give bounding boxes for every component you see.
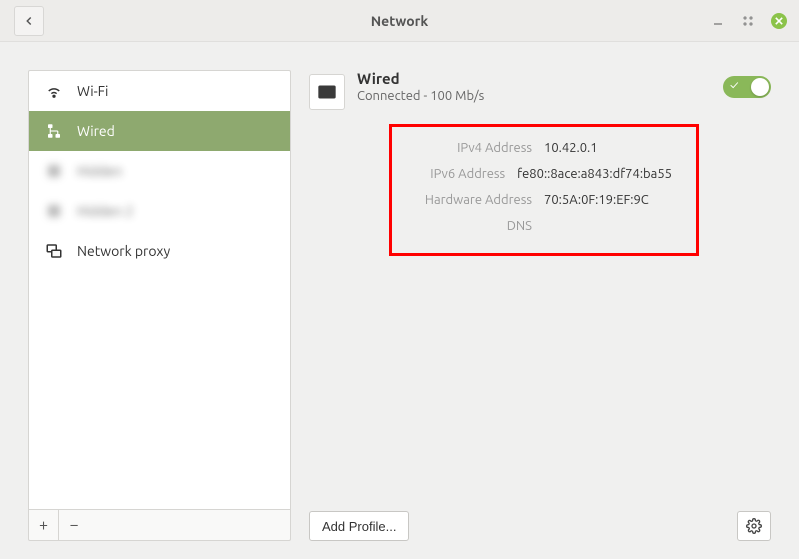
window-title: Network [371,13,429,29]
bottom-bar: Add Profile... [309,511,771,541]
minimize-button[interactable] [711,14,725,28]
ethernet-icon [309,74,345,110]
connection-info-box: IPv4 Address 10.42.0.1 IPv6 Address fe80… [389,124,699,256]
check-icon: ✓ [730,79,738,92]
sidebar-actions: + − [28,510,291,541]
info-row-hwaddr: Hardware Address 70:5A:0F:19:EF:9C [402,187,672,213]
sidebar-item-label: Hidden 2 [77,203,133,219]
sidebar-item-label: Wi-Fi [77,83,108,99]
close-button[interactable] [771,13,787,29]
info-row-ipv6: IPv6 Address fe80::8ace:a843:df74:ba55 [402,161,672,187]
toggle-knob [751,78,769,96]
hwaddr-label: Hardware Address [402,193,532,207]
ipv6-label: IPv6 Address [402,167,505,181]
info-row-dns: DNS [402,213,672,239]
window-controls [711,13,787,29]
unknown-icon [45,162,63,180]
dns-label: DNS [402,219,532,233]
unknown-icon [45,202,63,220]
sidebar-item-wifi[interactable]: Wi-Fi [29,71,290,111]
hwaddr-value: 70:5A:0F:19:EF:9C [544,193,649,207]
sidebar-item-redacted-1[interactable]: Hidden [29,151,290,191]
detail-header: Wired Connected - 100 Mb/s ✓ [309,70,771,110]
sidebar-item-label: Wired [77,123,115,139]
maximize-button[interactable] [741,14,755,28]
sidebar-item-label: Network proxy [77,243,170,259]
sidebar-list: Wi-Fi Wired Hidden Hidden 2 [28,70,291,510]
content: Wi-Fi Wired Hidden Hidden 2 [0,42,799,559]
sidebar-item-label: Hidden [77,163,122,179]
connection-toggle[interactable]: ✓ [723,76,771,98]
gear-icon [746,518,762,534]
wifi-icon [45,82,63,100]
ipv4-value: 10.42.0.1 [544,141,598,155]
titlebar: Network [0,0,799,42]
info-row-ipv4: IPv4 Address 10.42.0.1 [402,135,672,161]
sidebar-item-redacted-2[interactable]: Hidden 2 [29,191,290,231]
connection-title: Wired [357,70,711,87]
add-connection-button[interactable]: + [29,510,59,540]
main-panel: Wired Connected - 100 Mb/s ✓ IPv4 Addres… [309,70,771,541]
settings-button[interactable] [737,511,771,541]
sidebar-item-wired[interactable]: Wired [29,111,290,151]
add-profile-button[interactable]: Add Profile... [309,511,409,541]
ipv4-label: IPv4 Address [402,141,532,155]
detail-title-block: Wired Connected - 100 Mb/s [357,70,711,103]
back-button[interactable] [14,6,44,36]
ipv6-value: fe80::8ace:a843:df74:ba55 [517,167,672,181]
wired-icon [45,122,63,140]
proxy-icon [45,242,63,260]
remove-connection-button[interactable]: − [59,510,89,540]
sidebar-item-proxy[interactable]: Network proxy [29,231,290,271]
connection-status: Connected - 100 Mb/s [357,89,711,103]
sidebar: Wi-Fi Wired Hidden Hidden 2 [28,70,291,541]
